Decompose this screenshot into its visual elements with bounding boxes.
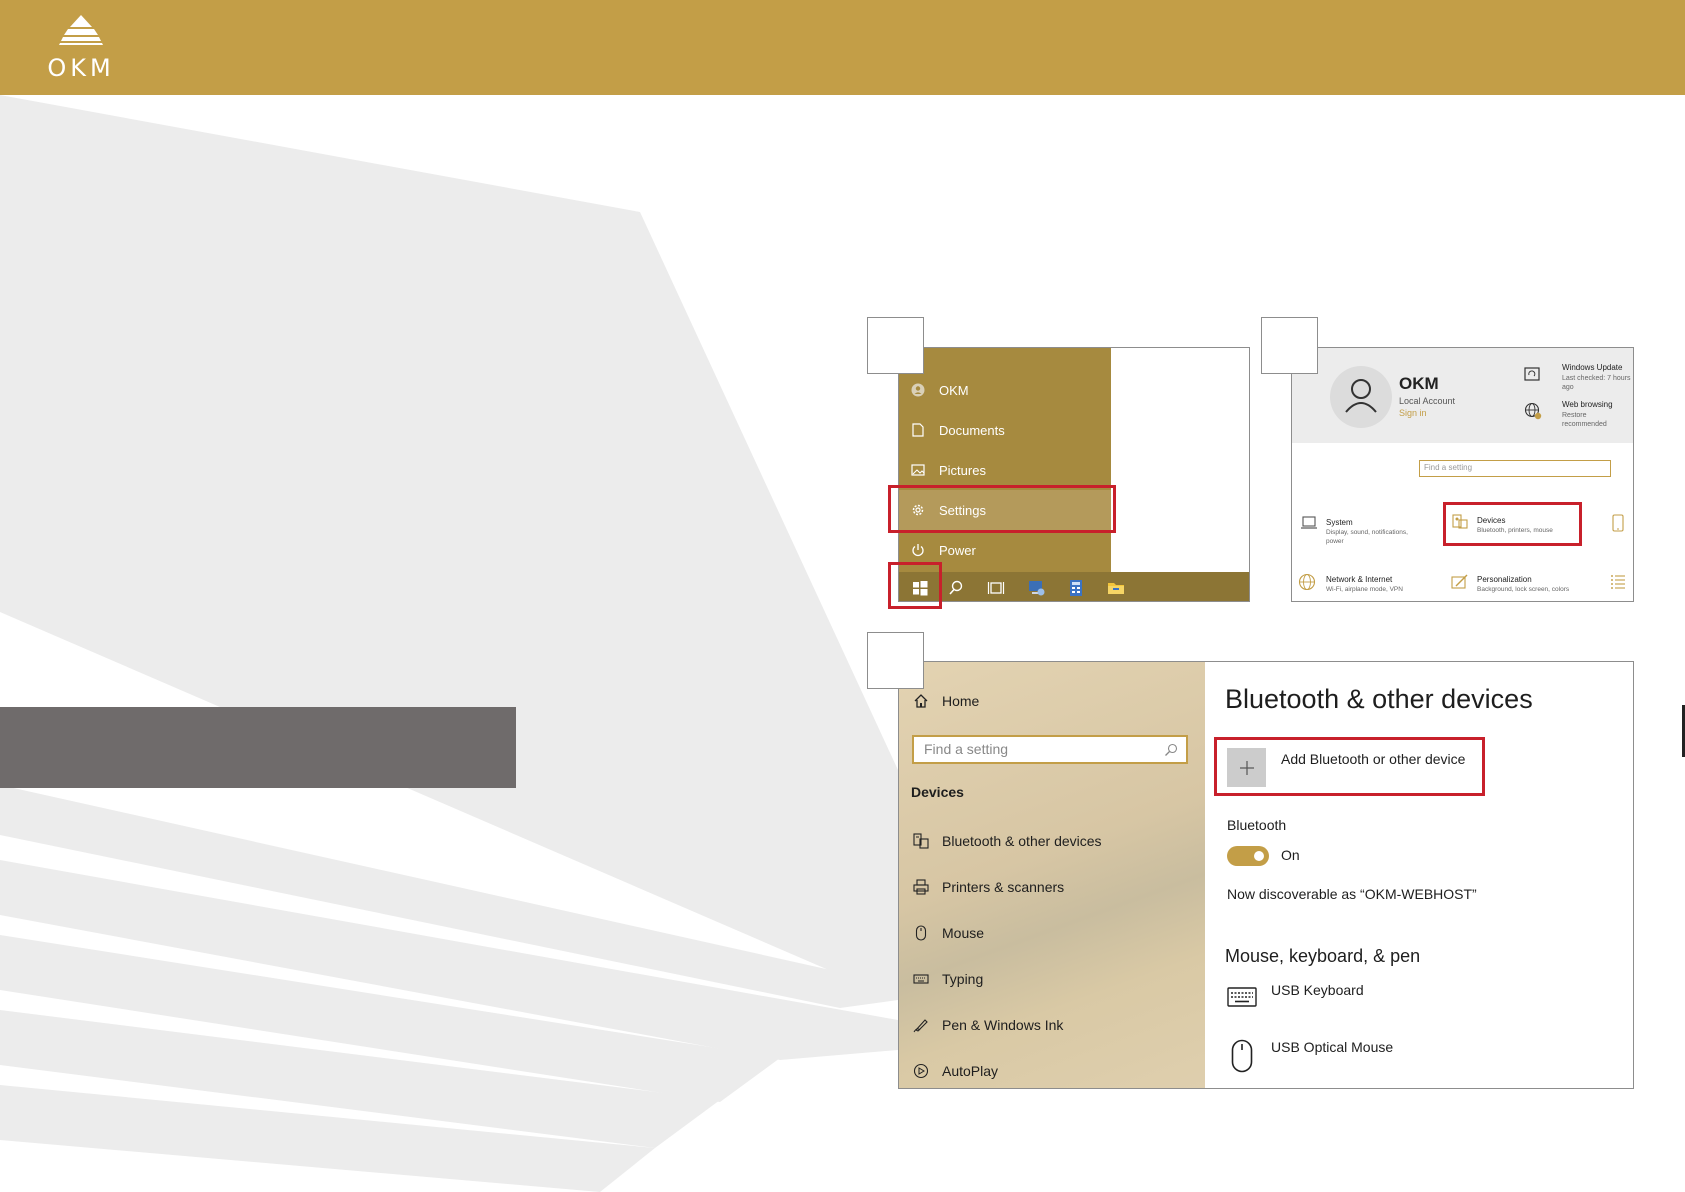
logo-text: OKM (47, 54, 115, 82)
category-personalization[interactable]: Personalization (1477, 575, 1532, 584)
step-2-box (1261, 317, 1318, 374)
nav-home[interactable]: Home (913, 693, 979, 709)
globe-icon (1524, 402, 1542, 420)
document-icon (911, 423, 925, 437)
step-1-box (867, 317, 924, 374)
sign-in-link[interactable]: Sign in (1399, 408, 1427, 418)
bluetooth-state: On (1281, 847, 1300, 863)
devices-icon (913, 833, 929, 849)
keyboard-icon (1227, 987, 1257, 1007)
settings-search-input[interactable]: Find a setting (1419, 460, 1611, 477)
discoverable-text: Now discoverable as “OKM-WEBHOST” (1227, 886, 1477, 902)
page-header: OKM (0, 0, 1685, 95)
account-type: Local Account (1399, 396, 1456, 406)
account-header: OKM Local Account Sign in Windows Update… (1292, 348, 1633, 443)
nav-bluetooth[interactable]: Bluetooth & other devices (913, 833, 1102, 849)
step-3-box (867, 632, 924, 689)
mouse-icon (1231, 1039, 1253, 1073)
mouse-icon (913, 925, 929, 941)
start-menu-item-label: Documents (939, 422, 1005, 438)
keyboard-icon (913, 971, 929, 987)
pyramid-logo-icon (59, 15, 103, 45)
highlight-add-device (1214, 737, 1485, 796)
highlight-start-button (888, 562, 942, 609)
personalization-icon (1451, 574, 1468, 589)
highlight-settings (888, 485, 1116, 533)
settings-home-screenshot: OKM Local Account Sign in Windows Update… (1291, 347, 1634, 602)
web-browsing-status: Restore recommended (1562, 412, 1607, 428)
category-network-desc: Wi-Fi, airplane mode, VPN (1326, 586, 1403, 593)
sidebar-search-input[interactable]: Find a setting (912, 735, 1188, 764)
phone-icon (1612, 514, 1624, 532)
device-keyboard[interactable]: USB Keyboard (1271, 982, 1364, 998)
nav-label: Printers & scanners (942, 879, 1065, 895)
settings-sidebar: Home Find a setting Devices Bluetooth & … (899, 662, 1205, 1088)
peripherals-heading: Mouse, keyboard, & pen (1225, 946, 1421, 966)
page-title: Bluetooth & other devices (1225, 684, 1533, 714)
home-icon (913, 693, 929, 709)
web-browsing-title[interactable]: Web browsing (1562, 400, 1613, 409)
nav-pen[interactable]: Pen & Windows Ink (913, 1017, 1063, 1033)
task-view-icon[interactable] (987, 579, 1005, 597)
nav-autoplay[interactable]: AutoPlay (913, 1063, 998, 1079)
start-menu-item-pictures[interactable]: Pictures (899, 450, 1111, 490)
autoplay-icon (913, 1063, 929, 1079)
start-menu: OKM Documents Pictures Settings Power (899, 348, 1111, 572)
nav-label: Pen & Windows Ink (942, 1017, 1064, 1033)
search-placeholder: Find a setting (924, 741, 1009, 757)
start-menu-screenshot: OKM Documents Pictures Settings Power (898, 347, 1250, 602)
nav-label: AutoPlay (942, 1063, 999, 1079)
highlight-devices (1443, 502, 1582, 546)
bluetooth-toggle[interactable] (1227, 846, 1269, 866)
nav-printers[interactable]: Printers & scanners (913, 879, 1064, 895)
search-icon[interactable] (947, 579, 965, 597)
search-icon (1165, 743, 1178, 756)
category-personalization-desc: Background, lock screen, colors (1477, 586, 1570, 593)
pen-icon (913, 1017, 929, 1033)
laptop-icon (1301, 516, 1317, 529)
nav-label: Mouse (942, 925, 985, 941)
user-icon (1345, 379, 1377, 413)
apps-list-icon (1611, 575, 1625, 589)
nav-label: Bluetooth & other devices (942, 833, 1102, 849)
start-menu-item-user[interactable]: OKM (899, 370, 1111, 410)
bluetooth-content: Bluetooth & other devices Add Bluetooth … (1205, 662, 1633, 1088)
power-icon (911, 543, 925, 557)
nav-typing[interactable]: Typing (913, 971, 983, 987)
start-menu-item-label: Power (939, 542, 976, 558)
toggle-knob (1254, 851, 1264, 861)
category-system[interactable]: System (1326, 518, 1353, 527)
nav-label: Typing (942, 971, 984, 987)
picture-icon (911, 463, 925, 477)
taskbar (899, 572, 1249, 601)
section-bar (0, 707, 516, 788)
nav-home-label: Home (942, 693, 980, 709)
windows-update-title[interactable]: Windows Update (1562, 363, 1622, 372)
avatar (1330, 366, 1392, 428)
start-menu-item-documents[interactable]: Documents (899, 410, 1111, 450)
start-menu-item-label: OKM (939, 382, 969, 398)
start-menu-item-label: Pictures (939, 462, 986, 478)
computer-app-icon[interactable] (1027, 579, 1045, 597)
windows-update-status: Last checked: 7 hours ago (1562, 375, 1631, 391)
category-network[interactable]: Network & Internet (1326, 575, 1392, 584)
account-name: OKM (1399, 374, 1439, 393)
printer-icon (913, 879, 929, 895)
category-system-desc: Display, sound, notifications, power (1326, 529, 1408, 545)
calculator-icon[interactable] (1067, 579, 1085, 597)
bluetooth-settings-screenshot: Home Find a setting Devices Bluetooth & … (898, 661, 1634, 1089)
device-mouse[interactable]: USB Optical Mouse (1271, 1039, 1393, 1055)
windows-update-icon (1524, 367, 1540, 381)
bluetooth-label: Bluetooth (1227, 817, 1287, 833)
globe-icon (1298, 573, 1316, 591)
nav-mouse[interactable]: Mouse (913, 925, 984, 941)
user-icon (911, 383, 925, 397)
okm-logo: OKM (46, 14, 116, 82)
folder-icon[interactable] (1107, 579, 1125, 597)
sidebar-section-title: Devices (911, 784, 964, 800)
